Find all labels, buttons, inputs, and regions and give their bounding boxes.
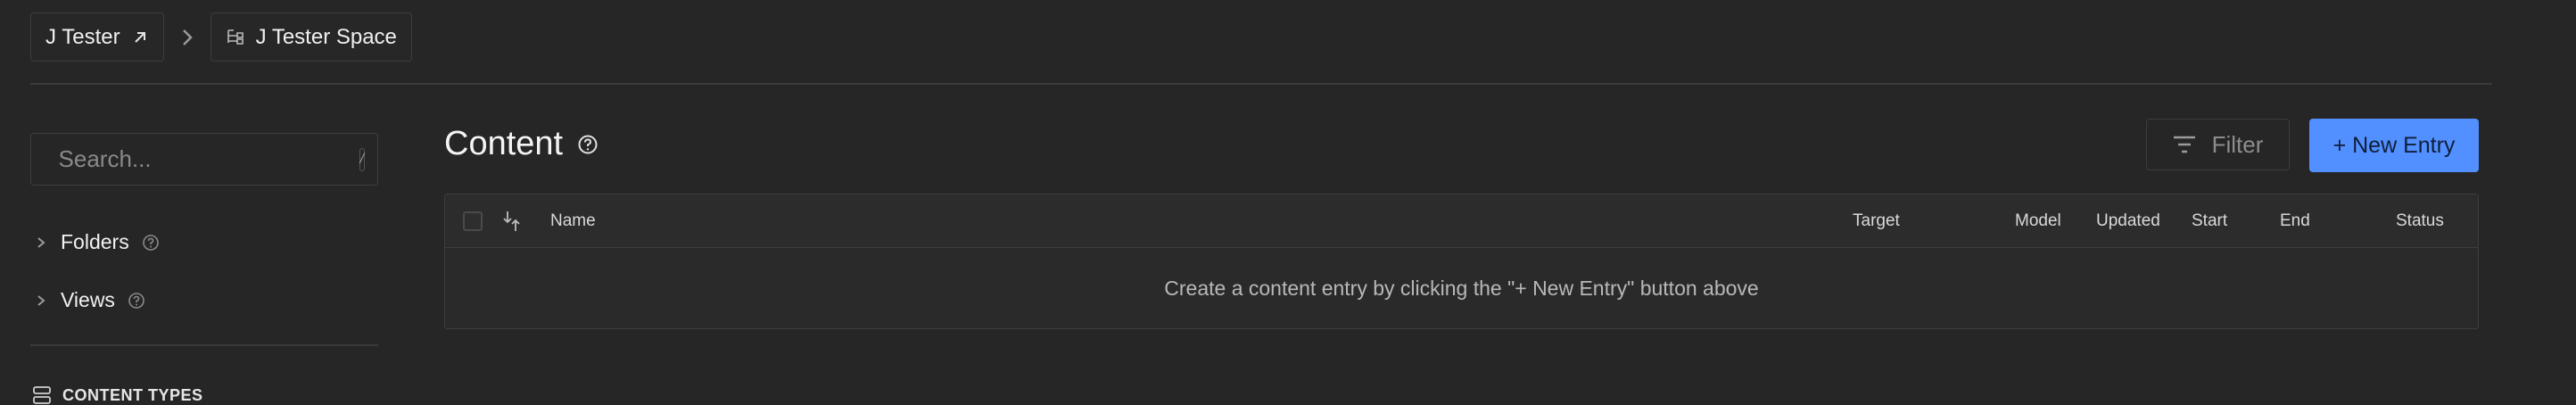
select-all-checkbox-cell [463, 194, 483, 248]
column-header-updated[interactable]: Updated [2096, 194, 2160, 248]
column-header-start[interactable]: Start [2192, 194, 2227, 248]
external-link-icon [131, 29, 149, 46]
column-header-end[interactable]: End [2280, 194, 2310, 248]
filter-icon [2173, 135, 2196, 154]
filter-button[interactable]: Filter [2146, 119, 2290, 170]
content-table: Name Target Model Updated Start End Stat… [444, 194, 2479, 329]
top-divider [30, 83, 2492, 85]
column-header-target[interactable]: Target [1853, 194, 1900, 248]
chevron-right-icon [177, 27, 198, 48]
select-all-checkbox[interactable] [463, 211, 483, 231]
search-shortcut-hint: / [359, 148, 365, 171]
help-icon[interactable] [128, 292, 145, 310]
column-header-model[interactable]: Model [2015, 194, 2061, 248]
breadcrumb-space[interactable]: J Tester Space [211, 12, 412, 62]
chevron-right-icon [34, 236, 48, 250]
help-icon[interactable] [142, 234, 160, 252]
breadcrumb: J Tester J Tester Space [30, 12, 412, 62]
sidebar-folders[interactable]: Folders [34, 230, 160, 254]
empty-state-message: Create a content entry by clicking the "… [445, 248, 2478, 328]
chevron-right-icon [34, 293, 48, 308]
sort-toggle[interactable] [502, 194, 522, 248]
sort-icon [502, 210, 522, 233]
page-title: Content [444, 125, 599, 163]
sidebar-views[interactable]: Views [34, 288, 145, 312]
column-header-name[interactable]: Name [550, 194, 596, 248]
search-box[interactable]: / [30, 133, 378, 186]
sidebar-views-label: Views [61, 288, 115, 312]
breadcrumb-org[interactable]: J Tester [30, 12, 164, 62]
space-tree-icon [226, 28, 245, 47]
table-header: Name Target Model Updated Start End Stat… [445, 194, 2478, 248]
content-types-label: CONTENT TYPES [62, 386, 203, 405]
breadcrumb-space-label: J Tester Space [256, 25, 397, 50]
page-title-text: Content [444, 125, 563, 163]
sidebar-divider [30, 344, 378, 346]
breadcrumb-org-label: J Tester [45, 25, 120, 50]
sidebar-folders-label: Folders [61, 230, 129, 254]
help-icon[interactable] [577, 134, 599, 155]
search-input[interactable] [57, 145, 359, 174]
new-entry-button[interactable]: + New Entry [2309, 119, 2479, 172]
filter-button-label: Filter [2212, 131, 2264, 159]
search-icon [44, 146, 45, 173]
column-header-status[interactable]: Status [2396, 194, 2444, 248]
